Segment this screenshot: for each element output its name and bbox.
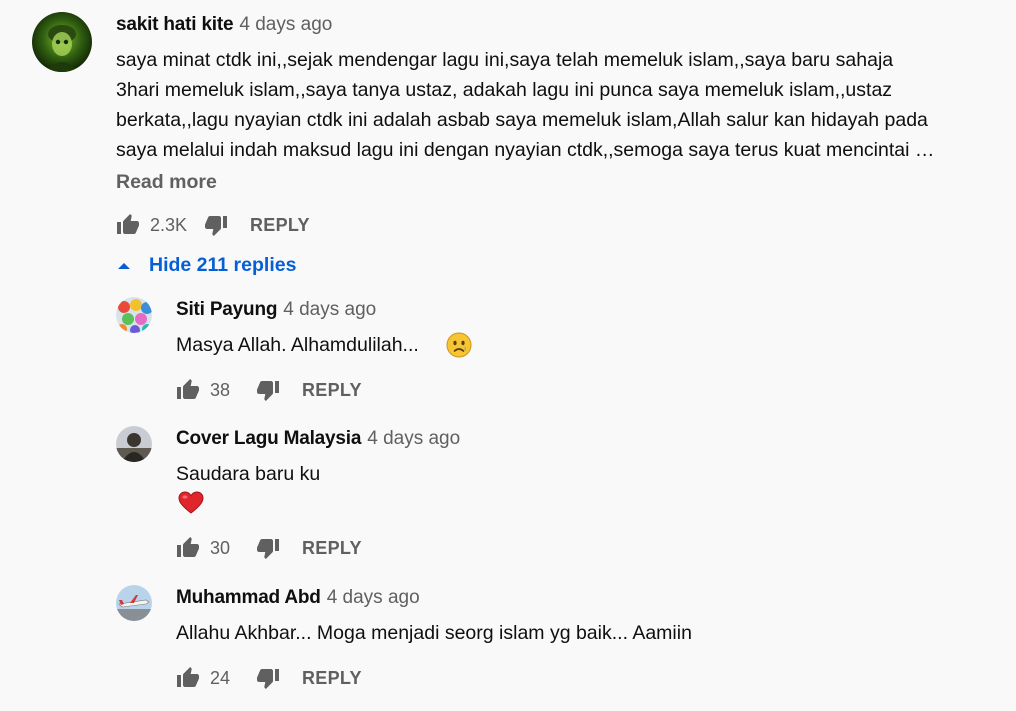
like-button[interactable] — [174, 664, 202, 692]
thumbs-down-icon — [257, 539, 279, 559]
comment-actions: 2.3K REPLY — [114, 211, 310, 239]
reply-comment: Cover Lagu Malaysia 4 days ago Saudara ba… — [0, 420, 1016, 570]
reply-button[interactable]: REPLY — [302, 380, 362, 401]
avatar[interactable] — [116, 297, 152, 333]
comment-actions: 24 REPLY — [174, 664, 362, 692]
comment-line: berkata,,lagu nyayian ctdk ini adalah as… — [116, 109, 928, 131]
dislike-button[interactable] — [254, 376, 282, 404]
like-count: 24 — [210, 667, 231, 688]
comment-line: saya melalui indah maksud lagu ini denga… — [116, 139, 935, 161]
thumbs-up-icon — [117, 214, 139, 234]
comment-thread: sakit hati kite 4 days ago saya minat ctd… — [0, 0, 1016, 711]
timestamp[interactable]: 4 days ago — [367, 428, 460, 449]
comment-header: Siti Payung 4 days ago — [176, 298, 376, 322]
comment-text: Allahu Akhbar... Moga menjadi seorg isla… — [176, 618, 692, 648]
hide-replies-button[interactable]: Hide 211 replies — [114, 254, 296, 277]
thumbs-up-icon — [177, 667, 199, 687]
reply-button[interactable]: REPLY — [250, 215, 310, 236]
comment-line: Allahu Akhbar... Moga menjadi seorg isla… — [176, 622, 692, 644]
main-comment: sakit hati kite 4 days ago saya minat ctd… — [0, 0, 1016, 240]
author-name[interactable]: Cover Lagu Malaysia — [176, 428, 361, 449]
comment-header: sakit hati kite 4 days ago — [116, 13, 332, 37]
reply-comment: Siti Payung 4 days ago Masya Allah. Alham… — [0, 290, 1016, 410]
timestamp[interactable]: 4 days ago — [283, 299, 376, 320]
dislike-button[interactable] — [254, 534, 282, 562]
author-name[interactable]: Siti Payung — [176, 299, 277, 320]
comment-actions: 38 REPLY — [174, 376, 362, 404]
comment-header: Cover Lagu Malaysia 4 days ago — [176, 427, 460, 451]
like-count: 30 — [210, 537, 231, 558]
like-count: 38 — [210, 379, 231, 400]
thumbs-down-icon — [257, 669, 279, 689]
comment-line: 3hari memeluk islam,,saya tanya ustaz, a… — [116, 79, 893, 101]
reply-comment: Muhammad Abd 4 days ago Allahu Akhbar... … — [0, 580, 1016, 705]
thumbs-up-icon — [177, 537, 199, 557]
read-more-button[interactable]: Read more — [116, 171, 217, 194]
comment-text: Saudara baru ku — [176, 459, 320, 489]
avatar[interactable] — [32, 12, 92, 72]
reply-button[interactable]: REPLY — [302, 668, 362, 689]
dislike-button[interactable] — [202, 211, 230, 239]
comment-header: Muhammad Abd 4 days ago — [176, 586, 420, 610]
author-name[interactable]: sakit hati kite — [116, 14, 234, 35]
comment-text: saya minat ctdk ini,,sejak mendengar lag… — [116, 45, 934, 165]
hide-replies-label: Hide 211 replies — [149, 254, 297, 276]
reply-button[interactable]: REPLY — [302, 538, 362, 559]
author-name[interactable]: Muhammad Abd — [176, 587, 321, 608]
comment-line: Masya Allah. Alhamdulilah... — [176, 334, 419, 356]
dislike-button[interactable] — [254, 664, 282, 692]
thumbs-down-icon — [205, 216, 227, 236]
avatar[interactable] — [116, 426, 152, 462]
timestamp[interactable]: 4 days ago — [327, 587, 420, 608]
comment-line: Saudara baru ku — [176, 463, 321, 485]
red-heart-emoji — [178, 491, 204, 520]
like-button[interactable] — [174, 534, 202, 562]
like-button[interactable] — [114, 211, 142, 239]
like-count: 2.3K — [150, 214, 188, 235]
sad-face-emoji — [446, 332, 472, 363]
like-button[interactable] — [174, 376, 202, 404]
comment-actions: 30 REPLY — [174, 534, 362, 562]
thumbs-up-icon — [177, 379, 199, 399]
comment-line: saya minat ctdk ini,,sejak mendengar lag… — [116, 49, 894, 71]
thumbs-down-icon — [257, 381, 279, 401]
timestamp[interactable]: 4 days ago — [239, 14, 332, 35]
comment-text: Masya Allah. Alhamdulilah... — [176, 330, 419, 360]
avatar[interactable] — [116, 585, 152, 621]
caret-up-icon — [118, 262, 130, 269]
